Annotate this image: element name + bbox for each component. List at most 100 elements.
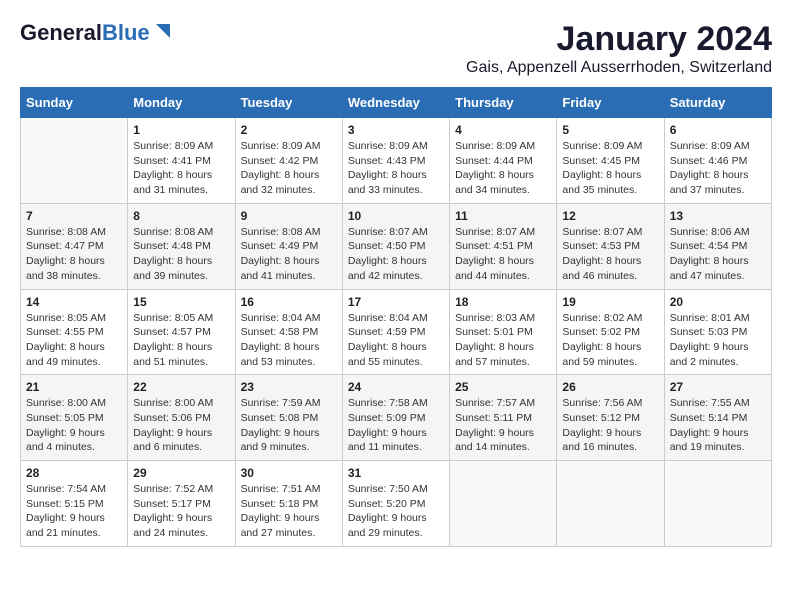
calendar-cell: 6 Sunrise: 8:09 AM Sunset: 4:46 PM Daylig…	[664, 118, 771, 204]
day-number: 14	[26, 295, 122, 309]
cell-info: Sunrise: 8:05 AM Sunset: 4:57 PM Dayligh…	[133, 311, 229, 370]
cell-info: Sunrise: 8:09 AM Sunset: 4:45 PM Dayligh…	[562, 139, 658, 198]
calendar-cell: 8Sunrise: 8:08 AM Sunset: 4:48 PM Daylig…	[128, 203, 235, 289]
calendar-week-row: 28 Sunrise: 7:54 AM Sunset: 5:15 PM Dayli…	[21, 461, 772, 547]
logo-blue: Blue	[102, 20, 150, 45]
day-header-tuesday: Tuesday	[235, 88, 342, 118]
day-number: 9	[241, 209, 337, 223]
cell-info: Sunrise: 7:57 AM Sunset: 5:11 PM Dayligh…	[455, 396, 551, 455]
cell-info: Sunrise: 7:50 AM Sunset: 5:20 PM Dayligh…	[348, 482, 444, 541]
day-header-saturday: Saturday	[664, 88, 771, 118]
day-number: 7	[26, 209, 122, 223]
calendar-cell: 23 Sunrise: 7:59 AM Sunset: 5:08 PM Dayli…	[235, 375, 342, 461]
cell-info: Sunrise: 7:56 AM Sunset: 5:12 PM Dayligh…	[562, 396, 658, 455]
day-header-wednesday: Wednesday	[342, 88, 449, 118]
cell-info: Sunrise: 8:09 AM Sunset: 4:41 PM Dayligh…	[133, 139, 229, 198]
calendar-cell: 11Sunrise: 8:07 AM Sunset: 4:51 PM Dayli…	[450, 203, 557, 289]
day-number: 2	[241, 123, 337, 137]
day-number: 30	[241, 466, 337, 480]
cell-info: Sunrise: 8:01 AM Sunset: 5:03 PM Dayligh…	[670, 311, 766, 370]
day-number: 23	[241, 380, 337, 394]
cell-info: Sunrise: 7:59 AM Sunset: 5:08 PM Dayligh…	[241, 396, 337, 455]
calendar-cell: 30 Sunrise: 7:51 AM Sunset: 5:18 PM Dayli…	[235, 461, 342, 547]
day-number: 25	[455, 380, 551, 394]
calendar-cell: 16 Sunrise: 8:04 AM Sunset: 4:58 PM Dayli…	[235, 289, 342, 375]
cell-info: Sunrise: 8:08 AM Sunset: 4:47 PM Dayligh…	[26, 225, 122, 284]
day-number: 29	[133, 466, 229, 480]
day-number: 1	[133, 123, 229, 137]
calendar-cell	[21, 118, 128, 204]
month-title: January 2024	[466, 20, 772, 59]
calendar-cell: 27Sunrise: 7:55 AM Sunset: 5:14 PM Dayli…	[664, 375, 771, 461]
calendar-cell: 1 Sunrise: 8:09 AM Sunset: 4:41 PM Daylig…	[128, 118, 235, 204]
day-header-sunday: Sunday	[21, 88, 128, 118]
day-number: 20	[670, 295, 766, 309]
calendar-cell	[557, 461, 664, 547]
day-number: 6	[670, 123, 766, 137]
day-number: 22	[133, 380, 229, 394]
day-header-monday: Monday	[128, 88, 235, 118]
cell-info: Sunrise: 7:54 AM Sunset: 5:15 PM Dayligh…	[26, 482, 122, 541]
cell-info: Sunrise: 8:07 AM Sunset: 4:50 PM Dayligh…	[348, 225, 444, 284]
day-number: 5	[562, 123, 658, 137]
calendar-cell: 21Sunrise: 8:00 AM Sunset: 5:05 PM Dayli…	[21, 375, 128, 461]
day-number: 19	[562, 295, 658, 309]
cell-info: Sunrise: 8:09 AM Sunset: 4:43 PM Dayligh…	[348, 139, 444, 198]
day-number: 17	[348, 295, 444, 309]
calendar-cell: 26Sunrise: 7:56 AM Sunset: 5:12 PM Dayli…	[557, 375, 664, 461]
calendar-cell: 24Sunrise: 7:58 AM Sunset: 5:09 PM Dayli…	[342, 375, 449, 461]
cell-info: Sunrise: 8:02 AM Sunset: 5:02 PM Dayligh…	[562, 311, 658, 370]
calendar-cell: 4 Sunrise: 8:09 AM Sunset: 4:44 PM Daylig…	[450, 118, 557, 204]
cell-info: Sunrise: 8:04 AM Sunset: 4:59 PM Dayligh…	[348, 311, 444, 370]
calendar-cell: 5 Sunrise: 8:09 AM Sunset: 4:45 PM Daylig…	[557, 118, 664, 204]
calendar-week-row: 1 Sunrise: 8:09 AM Sunset: 4:41 PM Daylig…	[21, 118, 772, 204]
location-subtitle: Gais, Appenzell Ausserrhoden, Switzerlan…	[466, 59, 772, 77]
cell-info: Sunrise: 8:09 AM Sunset: 4:46 PM Dayligh…	[670, 139, 766, 198]
cell-info: Sunrise: 8:07 AM Sunset: 4:53 PM Dayligh…	[562, 225, 658, 284]
calendar-cell: 22Sunrise: 8:00 AM Sunset: 5:06 PM Dayli…	[128, 375, 235, 461]
calendar-cell: 28 Sunrise: 7:54 AM Sunset: 5:15 PM Dayli…	[21, 461, 128, 547]
calendar-cell: 13 Sunrise: 8:06 AM Sunset: 4:54 PM Dayli…	[664, 203, 771, 289]
calendar-header-row: SundayMondayTuesdayWednesdayThursdayFrid…	[21, 88, 772, 118]
day-number: 13	[670, 209, 766, 223]
day-number: 12	[562, 209, 658, 223]
calendar-cell: 3 Sunrise: 8:09 AM Sunset: 4:43 PM Daylig…	[342, 118, 449, 204]
calendar-cell: 2Sunrise: 8:09 AM Sunset: 4:42 PM Daylig…	[235, 118, 342, 204]
calendar-cell: 9 Sunrise: 8:08 AM Sunset: 4:49 PM Daylig…	[235, 203, 342, 289]
day-number: 3	[348, 123, 444, 137]
cell-info: Sunrise: 7:52 AM Sunset: 5:17 PM Dayligh…	[133, 482, 229, 541]
day-number: 4	[455, 123, 551, 137]
calendar-cell: 7 Sunrise: 8:08 AM Sunset: 4:47 PM Daylig…	[21, 203, 128, 289]
cell-info: Sunrise: 8:09 AM Sunset: 4:44 PM Dayligh…	[455, 139, 551, 198]
day-number: 10	[348, 209, 444, 223]
cell-info: Sunrise: 8:06 AM Sunset: 4:54 PM Dayligh…	[670, 225, 766, 284]
day-number: 28	[26, 466, 122, 480]
calendar-cell: 31 Sunrise: 7:50 AM Sunset: 5:20 PM Dayli…	[342, 461, 449, 547]
calendar-cell: 18Sunrise: 8:03 AM Sunset: 5:01 PM Dayli…	[450, 289, 557, 375]
calendar-cell	[664, 461, 771, 547]
cell-info: Sunrise: 8:03 AM Sunset: 5:01 PM Dayligh…	[455, 311, 551, 370]
calendar-table: SundayMondayTuesdayWednesdayThursdayFrid…	[20, 87, 772, 547]
page-header: GeneralBlue January 2024 Gais, Appenzell…	[20, 20, 772, 77]
logo-general: General	[20, 20, 102, 45]
cell-info: Sunrise: 8:08 AM Sunset: 4:48 PM Dayligh…	[133, 225, 229, 284]
cell-info: Sunrise: 8:00 AM Sunset: 5:05 PM Dayligh…	[26, 396, 122, 455]
calendar-cell: 15 Sunrise: 8:05 AM Sunset: 4:57 PM Dayli…	[128, 289, 235, 375]
calendar-week-row: 14Sunrise: 8:05 AM Sunset: 4:55 PM Dayli…	[21, 289, 772, 375]
calendar-week-row: 21Sunrise: 8:00 AM Sunset: 5:05 PM Dayli…	[21, 375, 772, 461]
day-number: 31	[348, 466, 444, 480]
calendar-week-row: 7 Sunrise: 8:08 AM Sunset: 4:47 PM Daylig…	[21, 203, 772, 289]
cell-info: Sunrise: 8:04 AM Sunset: 4:58 PM Dayligh…	[241, 311, 337, 370]
cell-info: Sunrise: 7:51 AM Sunset: 5:18 PM Dayligh…	[241, 482, 337, 541]
day-number: 15	[133, 295, 229, 309]
title-block: January 2024 Gais, Appenzell Ausserrhode…	[466, 20, 772, 77]
calendar-cell	[450, 461, 557, 547]
cell-info: Sunrise: 8:08 AM Sunset: 4:49 PM Dayligh…	[241, 225, 337, 284]
calendar-cell: 17 Sunrise: 8:04 AM Sunset: 4:59 PM Dayli…	[342, 289, 449, 375]
logo-arrow-icon	[152, 20, 174, 42]
calendar-cell: 25 Sunrise: 7:57 AM Sunset: 5:11 PM Dayli…	[450, 375, 557, 461]
calendar-cell: 10 Sunrise: 8:07 AM Sunset: 4:50 PM Dayli…	[342, 203, 449, 289]
day-number: 16	[241, 295, 337, 309]
cell-info: Sunrise: 8:07 AM Sunset: 4:51 PM Dayligh…	[455, 225, 551, 284]
calendar-cell: 29 Sunrise: 7:52 AM Sunset: 5:17 PM Dayli…	[128, 461, 235, 547]
